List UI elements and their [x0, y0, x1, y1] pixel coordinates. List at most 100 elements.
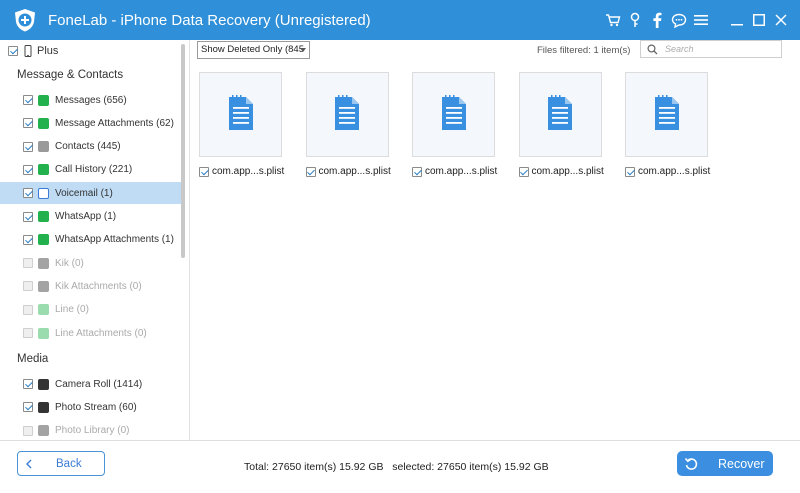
sidebar-item[interactable]: Contacts (445) — [0, 136, 181, 158]
group-media: Media — [17, 353, 49, 365]
kik-icon — [38, 257, 49, 269]
sidebar-item: Kik Attachments (0) — [0, 275, 181, 297]
minimize-icon[interactable] — [726, 9, 748, 31]
sidebar-item-label: Line Attachments (0) — [55, 327, 147, 339]
file-name-row: com.app...s.plist — [305, 166, 396, 177]
back-label: Back — [56, 457, 82, 470]
file-name-row: com.app...s.plist — [199, 166, 289, 177]
file-card[interactable]: com.app...s.plist — [518, 72, 609, 177]
cart-icon[interactable] — [602, 9, 624, 31]
file-checkbox[interactable] — [305, 166, 316, 177]
item-checkbox[interactable] — [23, 141, 33, 152]
item-checkbox — [23, 425, 33, 436]
item-checkbox — [23, 258, 33, 269]
file-thumbnail[interactable] — [305, 72, 389, 157]
device-row[interactable]: Plus — [8, 43, 58, 59]
sidebar-item[interactable]: WhatsApp Attachments (1) — [0, 229, 181, 251]
media-item-label: Camera Roll (1414) — [55, 378, 143, 390]
file-checkbox[interactable] — [412, 166, 422, 177]
document-icon — [547, 95, 573, 134]
sidebar-item: Line Attachments (0) — [0, 322, 181, 344]
file-name: com.app...s.plist — [212, 166, 285, 177]
sidebar-item-label: Call History (221) — [55, 164, 133, 176]
back-button[interactable]: Back — [17, 451, 105, 476]
sidebar: Plus Message & Contacts Messages (656) Me… — [0, 40, 190, 440]
item-checkbox[interactable] — [23, 95, 33, 105]
window-title: FoneLab - iPhone Data Recovery (Unregist… — [48, 11, 371, 29]
device-checkbox[interactable] — [8, 46, 18, 56]
content-toolbar: Show Deleted Only (845 Files filtered: 1… — [191, 40, 800, 62]
file-grid: com.app...s.plist com.app...s.plist com.ap… — [191, 62, 800, 440]
recover-button[interactable]: Recover — [677, 451, 773, 476]
menu-icon[interactable] — [690, 9, 712, 31]
file-checkbox[interactable] — [625, 166, 635, 177]
item-checkbox[interactable] — [23, 118, 33, 129]
media-item[interactable]: Photo Stream (60) — [0, 396, 181, 418]
voicemail-icon — [38, 187, 49, 199]
sidebar-item-label: Kik Attachments (0) — [55, 280, 142, 292]
search-placeholder: Search — [665, 44, 694, 54]
item-checkbox — [23, 328, 33, 338]
sidebar-scrollbar[interactable] — [181, 44, 185, 258]
sidebar-item-label: WhatsApp (1) — [55, 211, 117, 222]
item-checkbox — [23, 304, 33, 315]
file-name-row: com.app...s.plist — [625, 166, 715, 177]
sidebar-item[interactable]: Messages (656) — [0, 89, 181, 111]
message-attachments-icon — [38, 117, 49, 129]
chat-icon[interactable] — [668, 9, 690, 31]
item-checkbox[interactable] — [23, 211, 33, 222]
kik-attachments-icon — [38, 280, 49, 292]
chevron-left-icon — [26, 459, 32, 468]
file-thumbnail[interactable] — [412, 72, 495, 157]
document-icon — [228, 95, 254, 134]
media-item-label: Photo Library (0) — [55, 425, 130, 437]
file-checkbox[interactable] — [518, 166, 529, 177]
photo-stream-icon — [38, 401, 49, 413]
file-name: com.app...s.plist — [638, 166, 711, 177]
sidebar-item: Line (0) — [0, 299, 181, 321]
file-card[interactable]: com.app...s.plist — [412, 72, 502, 177]
facebook-icon[interactable] — [646, 9, 668, 31]
search-input[interactable]: Search — [640, 40, 782, 58]
line-attachments-icon — [38, 327, 49, 339]
key-icon[interactable] — [624, 9, 646, 31]
item-checkbox[interactable] — [23, 164, 33, 175]
sidebar-item[interactable]: WhatsApp (1) — [0, 206, 181, 228]
file-name: com.app...s.plist — [318, 166, 391, 177]
file-card[interactable]: com.app...s.plist — [305, 72, 396, 177]
maximize-icon[interactable] — [748, 9, 770, 31]
chevron-down-icon — [300, 48, 306, 52]
sidebar-item[interactable]: Call History (221) — [0, 159, 181, 181]
file-checkbox[interactable] — [199, 166, 209, 177]
title-bar: FoneLab - iPhone Data Recovery (Unregist… — [0, 0, 800, 40]
sidebar-item-label: WhatsApp Attachments (1) — [55, 234, 174, 246]
line-icon — [38, 304, 49, 316]
item-checkbox[interactable] — [23, 379, 33, 389]
media-item: Photo Library (0) — [0, 420, 181, 440]
file-thumbnail[interactable] — [199, 72, 282, 157]
filter-dropdown[interactable]: Show Deleted Only (845 — [197, 41, 310, 59]
sidebar-item-label: Contacts (445) — [55, 141, 121, 153]
media-item[interactable]: Camera Roll (1414) — [0, 373, 181, 395]
item-checkbox[interactable] — [23, 234, 33, 245]
sidebar-item[interactable]: Voicemail (1) — [0, 182, 181, 205]
file-thumbnail[interactable] — [518, 72, 602, 157]
sidebar-item-label: Message Attachments (62) — [55, 117, 174, 129]
sidebar-item[interactable]: Message Attachments (62) — [0, 112, 181, 134]
file-name: com.app...s.plist — [425, 166, 498, 177]
file-thumbnail[interactable] — [625, 72, 708, 157]
file-name-row: com.app...s.plist — [518, 166, 609, 177]
sidebar-item-label: Voicemail (1) — [55, 187, 113, 199]
file-card[interactable]: com.app...s.plist — [199, 72, 289, 177]
recover-label: Recover — [718, 456, 765, 471]
file-card[interactable]: com.app...s.plist — [625, 72, 715, 177]
contacts-icon — [38, 141, 49, 153]
footer-bar: Back Total: 27650 item(s) 15.92 GB selec… — [0, 440, 800, 493]
item-checkbox[interactable] — [23, 188, 33, 199]
recover-icon — [684, 457, 698, 470]
fonelab-logo-icon — [15, 9, 35, 32]
item-checkbox[interactable] — [23, 402, 33, 413]
sidebar-item-label: Kik (0) — [55, 257, 84, 269]
close-icon[interactable] — [770, 9, 792, 31]
messages-icon — [38, 94, 49, 106]
